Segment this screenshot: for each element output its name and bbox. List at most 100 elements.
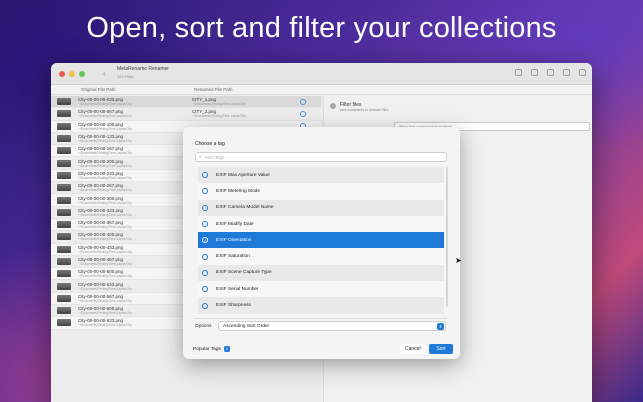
original-file: City-00-00-00-133.png ~/Documents/Testing… — [78, 134, 192, 143]
tag-list-scrollbar[interactable] — [446, 167, 448, 307]
original-file: City-00-00-00-267.png ~/Documents/Testing… — [78, 183, 192, 192]
toolbar-icon[interactable] — [515, 69, 522, 76]
row-select-radio[interactable] — [300, 98, 306, 105]
original-file: City-00-00-00-200.png ~/Documents/Testing… — [78, 159, 192, 168]
thumbnail — [57, 270, 71, 278]
thumbnail — [57, 159, 71, 167]
original-path: ~/Documents/Testing/Time-Lapse/City — [78, 200, 132, 205]
tag-item[interactable]: EXIF Max Aperture Value — [198, 167, 444, 184]
radio-icon — [202, 253, 208, 260]
sort-order-value: Ascending Sort Order — [223, 324, 270, 329]
cancel-button[interactable]: Cancel — [400, 344, 426, 354]
original-path: ~/Documents/Testing/Time-Lapse/City — [78, 126, 132, 131]
popular-tags-button[interactable]: Popular Tags ⇕ — [193, 346, 230, 352]
original-path: ~/Documents/Testing/Time-Lapse/City — [78, 102, 132, 107]
original-file: City-00-00-00-533.png ~/Documents/Testing… — [78, 282, 192, 291]
thumbnail — [57, 294, 71, 302]
original-path: ~/Documents/Testing/Time-Lapse/City — [78, 188, 132, 193]
row-select-radio[interactable] — [300, 110, 306, 117]
tag-label: EXIF Serial Number — [216, 286, 259, 292]
renamed-file: CITY_1.png ~/Documents/Testing/Time-Lapse… — [192, 97, 292, 106]
tag-label: EXIF Max Aperture Value — [216, 172, 270, 178]
original-path: ~/Documents/Testing/Time-Lapse/City — [78, 249, 132, 254]
radio-icon — [202, 286, 208, 293]
original-file: City-00-00-00-233.png ~/Documents/Testing… — [78, 171, 192, 180]
thumbnail — [57, 307, 71, 315]
original-file: City-00-00-00-100.png ~/Documents/Testing… — [78, 122, 192, 131]
thumbnail — [57, 147, 71, 155]
title-bar: ‹ MetaRename Renamer 363 Files — [51, 63, 592, 85]
table-row[interactable]: City-00-00-00-067.png ~/Documents/Testing… — [51, 108, 321, 121]
filter-subtitle: Add constraints to exclude files — [340, 108, 389, 112]
zoom-window-button[interactable] — [79, 70, 85, 77]
thumbnail — [57, 184, 71, 192]
original-path: ~/Documents/Testing/Time-Lapse/City — [78, 175, 132, 180]
original-path: ~/Documents/Testing/Time-Lapse/City — [78, 151, 132, 156]
window-subtitle: 363 Files — [117, 74, 134, 79]
back-icon[interactable]: ‹ — [103, 69, 106, 78]
thumbnail — [57, 122, 71, 130]
filter-toggle[interactable] — [330, 103, 336, 109]
thumbnail — [57, 171, 71, 179]
headline: Open, sort and filter your collections — [86, 12, 557, 44]
table-row[interactable]: City-00-00-00-033.png ~/Documents/Testing… — [51, 96, 321, 109]
sort-order-select[interactable]: Ascending Sort Order ⇕ — [218, 321, 446, 331]
tag-label: EXIF Camera Model Name — [216, 205, 274, 211]
radio-icon — [202, 221, 208, 228]
search-icon: ⌕ — [199, 154, 202, 160]
tag-item[interactable]: EXIF Modify Date — [198, 215, 444, 233]
original-path: ~/Documents/Testing/Time-Lapse/City — [78, 298, 132, 303]
window-title: MetaRename Renamer — [117, 66, 169, 72]
tag-search-input[interactable] — [204, 154, 425, 160]
original-file: City-00-00-00-400.png ~/Documents/Testing… — [78, 232, 192, 241]
tag-item[interactable]: EXIF Metering Mode — [198, 183, 444, 200]
checkmark-icon: ✓ — [202, 237, 208, 244]
minimize-window-button[interactable] — [69, 70, 75, 77]
column-header-renamed[interactable]: Renamed File Path — [189, 87, 233, 92]
tag-item[interactable]: EXIF Scene Capture Type — [198, 264, 444, 282]
tag-item[interactable]: EXIF Sharpness — [198, 297, 444, 314]
divider — [195, 318, 447, 319]
column-headers: Original File Path Renamed File Path — [51, 85, 592, 95]
thumbnail — [57, 135, 71, 143]
original-file: City-00-00-00-500.png ~/Documents/Testing… — [78, 269, 192, 278]
column-header-original[interactable]: Original File Path — [51, 87, 189, 92]
original-path: ~/Documents/Testing/Time-Lapse/City — [78, 237, 132, 242]
thumbnail — [57, 233, 71, 241]
toolbar-icon[interactable] — [531, 69, 538, 76]
toolbar — [515, 69, 586, 76]
tag-label: EXIF Sharpness — [216, 303, 251, 309]
close-window-button[interactable] — [59, 70, 65, 77]
chevron-updown-icon: ⇕ — [437, 323, 444, 330]
toolbar-icon[interactable] — [563, 69, 570, 76]
thumbnail — [57, 319, 71, 327]
original-path: ~/Documents/Testing/Time-Lapse/City — [78, 225, 132, 230]
original-file: City-00-00-00-333.png ~/Documents/Testing… — [78, 208, 192, 217]
radio-icon — [202, 302, 208, 309]
thumbnail — [57, 221, 71, 229]
choose-tag-dialog: Choose a tag ⌕ EXIF Max Aperture ValueEX… — [183, 127, 460, 359]
original-file: City-00-00-00-433.png ~/Documents/Testing… — [78, 245, 192, 254]
toolbar-icon[interactable] — [579, 69, 586, 76]
tag-item[interactable]: EXIF Camera Model Name — [198, 199, 444, 216]
original-path: ~/Documents/Testing/Time-Lapse/City — [78, 311, 132, 316]
original-file: City-00-00-00-467.png ~/Documents/Testing… — [78, 257, 192, 266]
original-file: City-00-00-00-633.png ~/Documents/Testing… — [78, 318, 192, 327]
tag-item[interactable]: ✓ EXIF Orientation — [198, 232, 444, 249]
original-file: City-00-00-00-567.png ~/Documents/Testing… — [78, 294, 192, 303]
toolbar-icon[interactable] — [547, 69, 554, 76]
sort-button[interactable]: Sort — [429, 344, 453, 354]
original-path: ~/Documents/Testing/Time-Lapse/City — [78, 286, 132, 291]
tag-item[interactable]: EXIF Saturation — [198, 248, 444, 265]
tag-search-field[interactable]: ⌕ — [195, 152, 447, 162]
renamed-path: ~/Documents/Testing/Time-Lapse/City — [192, 102, 246, 107]
radio-icon — [202, 269, 208, 276]
renamed-file: CITY_2.png ~/Documents/Testing/Time-Lapse… — [192, 109, 292, 118]
thumbnail — [57, 258, 71, 265]
tag-item[interactable]: EXIF Serial Number — [198, 281, 444, 298]
tag-list: EXIF Max Aperture Value EXIF Metering Mod… — [198, 167, 444, 314]
thumbnail — [57, 110, 71, 118]
dialog-title: Choose a tag — [195, 141, 225, 147]
thumbnail — [57, 208, 71, 216]
original-path: ~/Documents/Testing/Time-Lapse/City — [78, 163, 132, 168]
